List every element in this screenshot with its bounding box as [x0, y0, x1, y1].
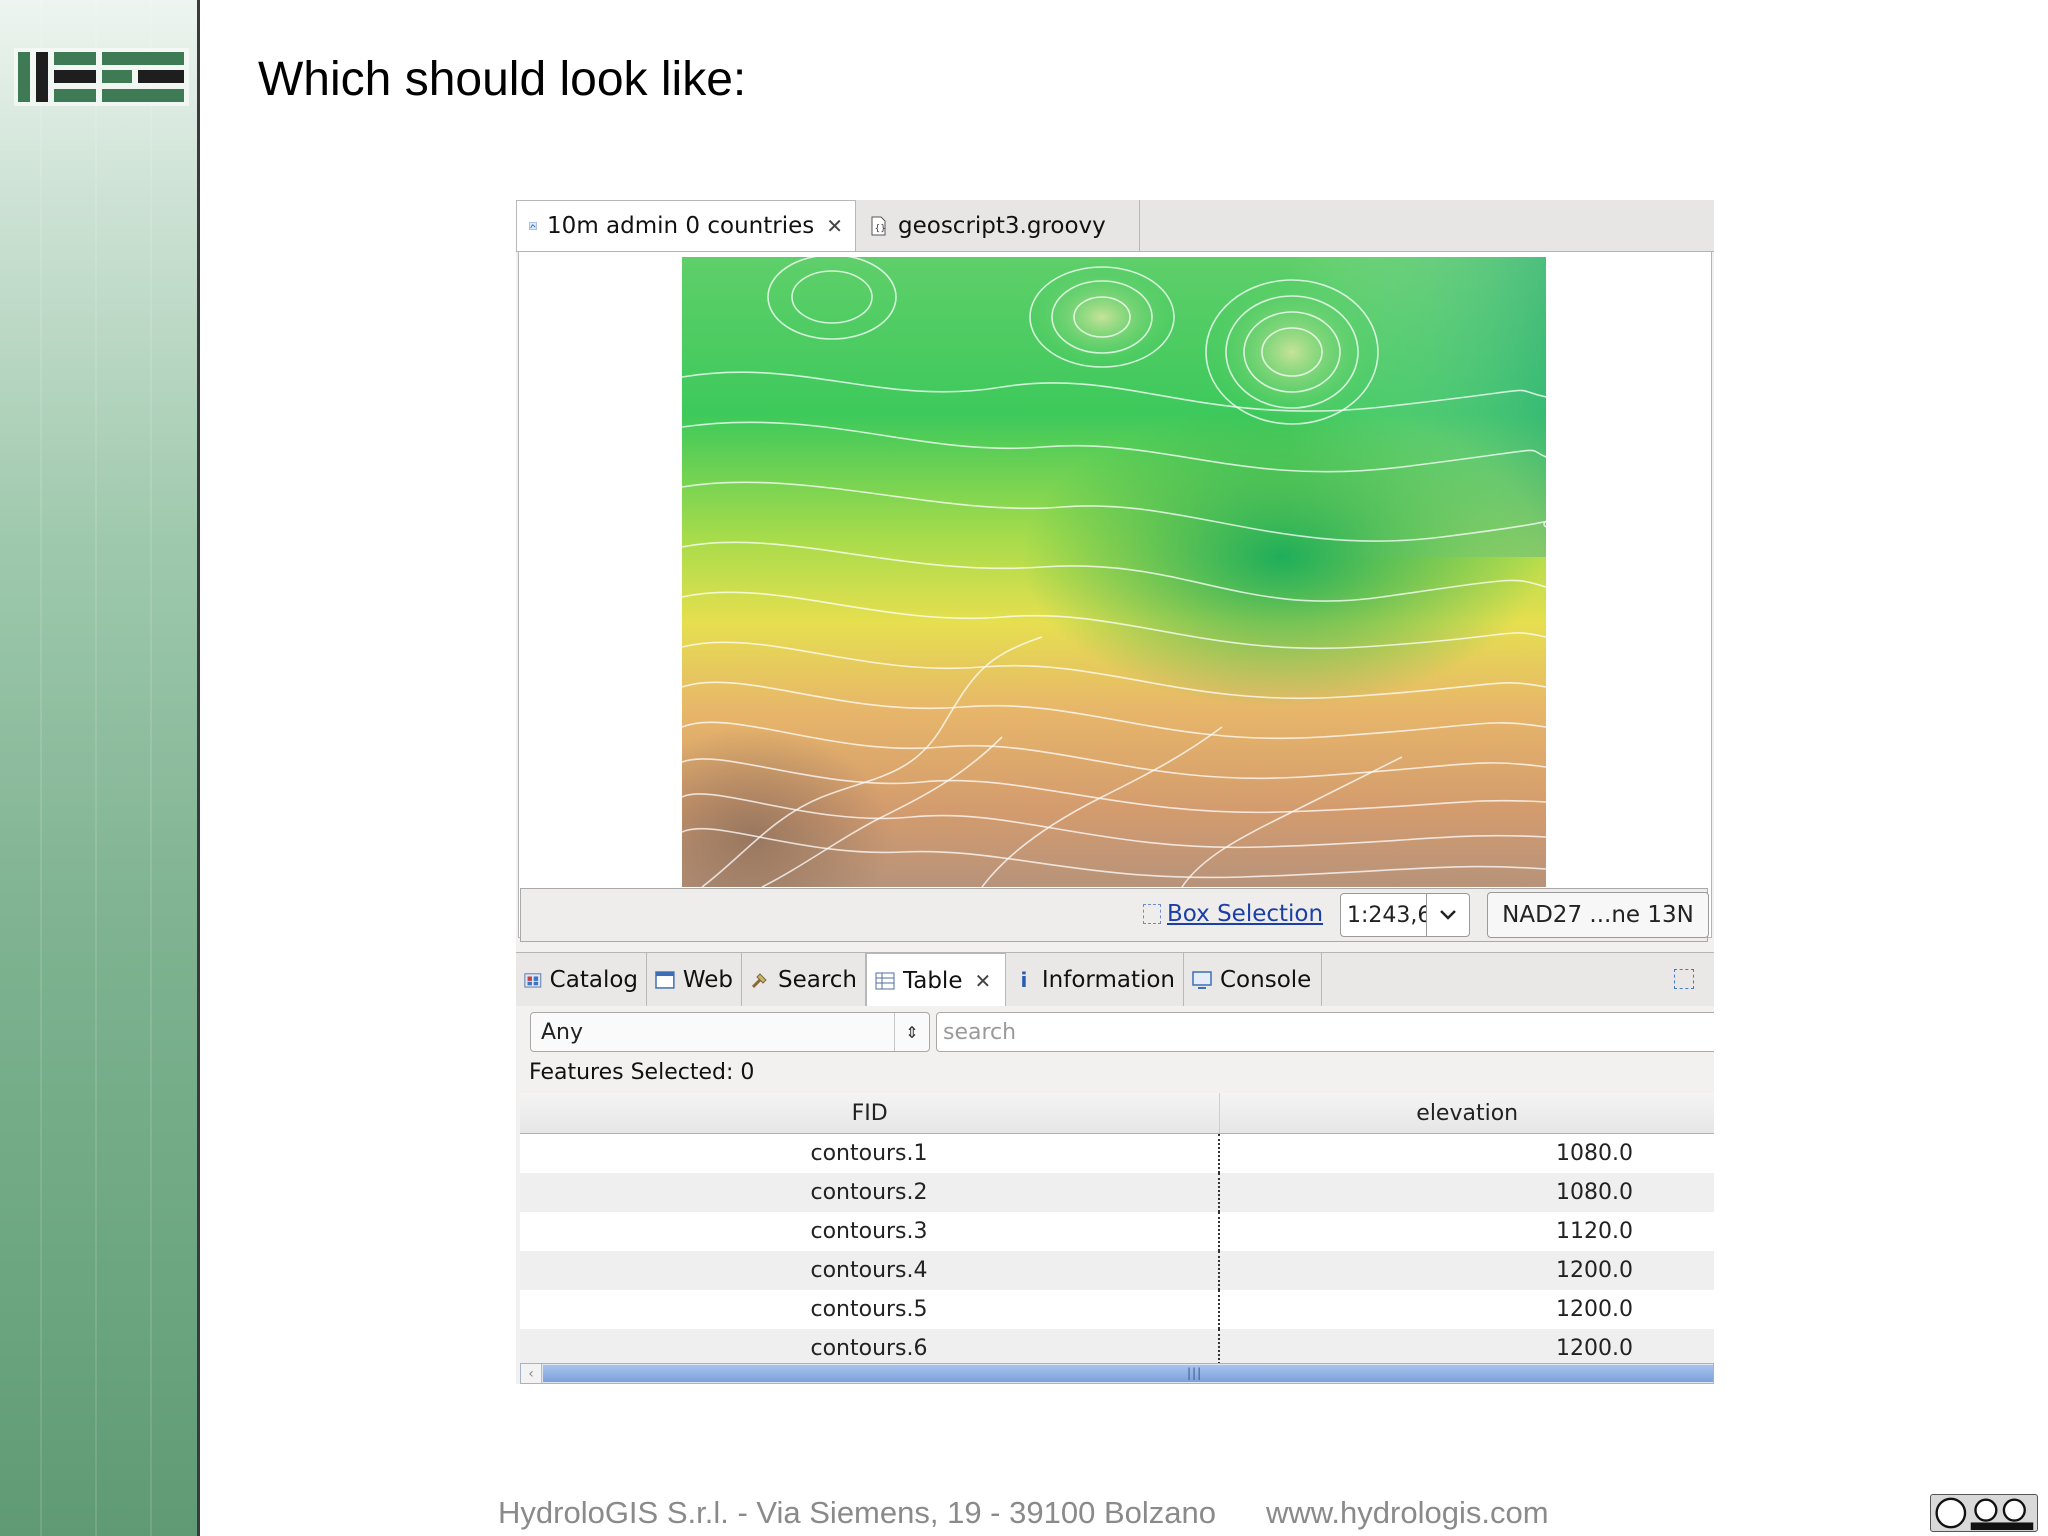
scroll-left-arrow-icon[interactable]: ‹: [521, 1364, 542, 1383]
table-row[interactable]: contours.3 1120.0: [520, 1212, 1714, 1251]
table-icon: [875, 972, 895, 989]
cell-fid: contours.4: [520, 1251, 1220, 1290]
tab-search[interactable]: Search: [742, 953, 866, 1007]
slide-sidebar: [0, 0, 200, 1536]
cell-elevation: 1120.0: [1556, 1219, 1633, 1244]
map-icon: [529, 222, 537, 230]
attribute-table[interactable]: FID elevation contours.1 1080.0 contours…: [520, 1093, 1714, 1384]
cell-elevation: 1200.0: [1556, 1297, 1633, 1322]
tab-label: Information: [1041, 967, 1175, 993]
scrollbar-thumb[interactable]: [543, 1365, 1713, 1382]
table-body: contours.1 1080.0 contours.2 1080.0 cont…: [520, 1134, 1714, 1368]
tab-label: geoscript3.groovy: [898, 212, 1106, 239]
script-file-icon: {}: [871, 216, 886, 235]
table-filter-bar: Any ⇕: [516, 1006, 1714, 1056]
box-selection-icon: [1143, 904, 1161, 924]
attribute-select-value: Any: [541, 1020, 584, 1045]
tab-label: Console: [1220, 967, 1312, 993]
tab-console[interactable]: Console: [1184, 953, 1322, 1007]
maximize-icon[interactable]: [1674, 969, 1694, 989]
cell-fid: contours.5: [520, 1290, 1220, 1329]
web-icon: [655, 971, 675, 989]
scale-value: 1:243,6: [1347, 903, 1427, 928]
catalog-icon: [524, 973, 542, 988]
hydrologis-logo: [14, 48, 189, 106]
footer-company: HydroloGIS S.r.l. - Via Siemens, 19 - 39…: [498, 1495, 1216, 1530]
elevation-contour-map[interactable]: [682, 257, 1546, 887]
search-icon: [751, 973, 767, 989]
table-row[interactable]: contours.2 1080.0: [520, 1173, 1714, 1212]
svg-text:{}: {}: [875, 224, 886, 234]
cell-fid: contours.3: [520, 1212, 1220, 1251]
crs-button[interactable]: NAD27 ...ne 13N: [1487, 892, 1709, 938]
info-icon: i: [1020, 968, 1028, 992]
tab-label: 10m admin 0 countries: [547, 213, 815, 239]
tab-label: Web: [682, 967, 733, 993]
slide-title: Which should look like:: [258, 53, 747, 106]
slide-footer: HydroloGIS S.r.l. - Via Siemens, 19 - 39…: [498, 1495, 1549, 1531]
tab-script-editor[interactable]: {} geoscript3.groovy: [856, 200, 1140, 251]
cell-fid: contours.2: [520, 1173, 1220, 1212]
table-row[interactable]: contours.4 1200.0: [520, 1251, 1714, 1290]
cell-elevation: 1200.0: [1556, 1258, 1633, 1283]
scale-combo[interactable]: 1:243,6: [1340, 893, 1470, 937]
horizontal-scrollbar[interactable]: ‹ |||: [520, 1363, 1714, 1384]
column-header-elevation[interactable]: elevation: [1220, 1093, 1714, 1133]
tab-label: Catalog: [549, 967, 638, 993]
updown-arrow-icon: ⇕: [894, 1013, 929, 1051]
tab-label: Search: [777, 967, 857, 993]
chevron-down-icon[interactable]: [1426, 894, 1469, 936]
search-input[interactable]: [936, 1012, 1714, 1052]
close-icon[interactable]: ✕: [974, 969, 991, 993]
table-header: FID elevation: [520, 1093, 1714, 1134]
tab-map-editor[interactable]: 10m admin 0 countries ✕: [516, 200, 856, 251]
features-selected-label: Features Selected: 0: [529, 1060, 755, 1085]
tab-label: Table: [903, 967, 963, 994]
tab-table[interactable]: Table ✕: [866, 953, 1006, 1007]
console-icon: [1192, 971, 1212, 989]
view-tab-bar: Catalog Web Search Table ✕ i Information…: [516, 952, 1714, 1008]
cell-elevation: 1080.0: [1556, 1141, 1633, 1166]
creative-commons-badge-icon: [1930, 1494, 2038, 1532]
udig-application-window: 10m admin 0 countries ✕ {} geoscript3.gr…: [516, 200, 1714, 1384]
map-status-bar: Box Selection 1:243,6 NAD27 ...ne 13N: [520, 888, 1709, 942]
cell-fid: contours.1: [520, 1134, 1220, 1173]
close-icon[interactable]: ✕: [826, 214, 843, 238]
tab-catalog[interactable]: Catalog: [516, 953, 647, 1007]
box-selection-label: Box Selection: [1167, 901, 1324, 927]
footer-website: www.hydrologis.com: [1265, 1495, 1549, 1530]
table-row[interactable]: contours.1 1080.0: [520, 1134, 1714, 1173]
tab-information[interactable]: i Information: [1006, 953, 1184, 1007]
table-row[interactable]: contours.5 1200.0: [520, 1290, 1714, 1329]
box-selection-tool[interactable]: Box Selection: [1143, 901, 1323, 927]
column-header-fid[interactable]: FID: [520, 1093, 1221, 1133]
attribute-select[interactable]: Any ⇕: [530, 1012, 930, 1052]
tab-web[interactable]: Web: [647, 953, 742, 1007]
editor-tab-bar: 10m admin 0 countries ✕ {} geoscript3.gr…: [516, 200, 1714, 252]
scrollbar-grip-icon: |||: [1187, 1366, 1203, 1380]
cell-elevation: 1080.0: [1556, 1180, 1633, 1205]
